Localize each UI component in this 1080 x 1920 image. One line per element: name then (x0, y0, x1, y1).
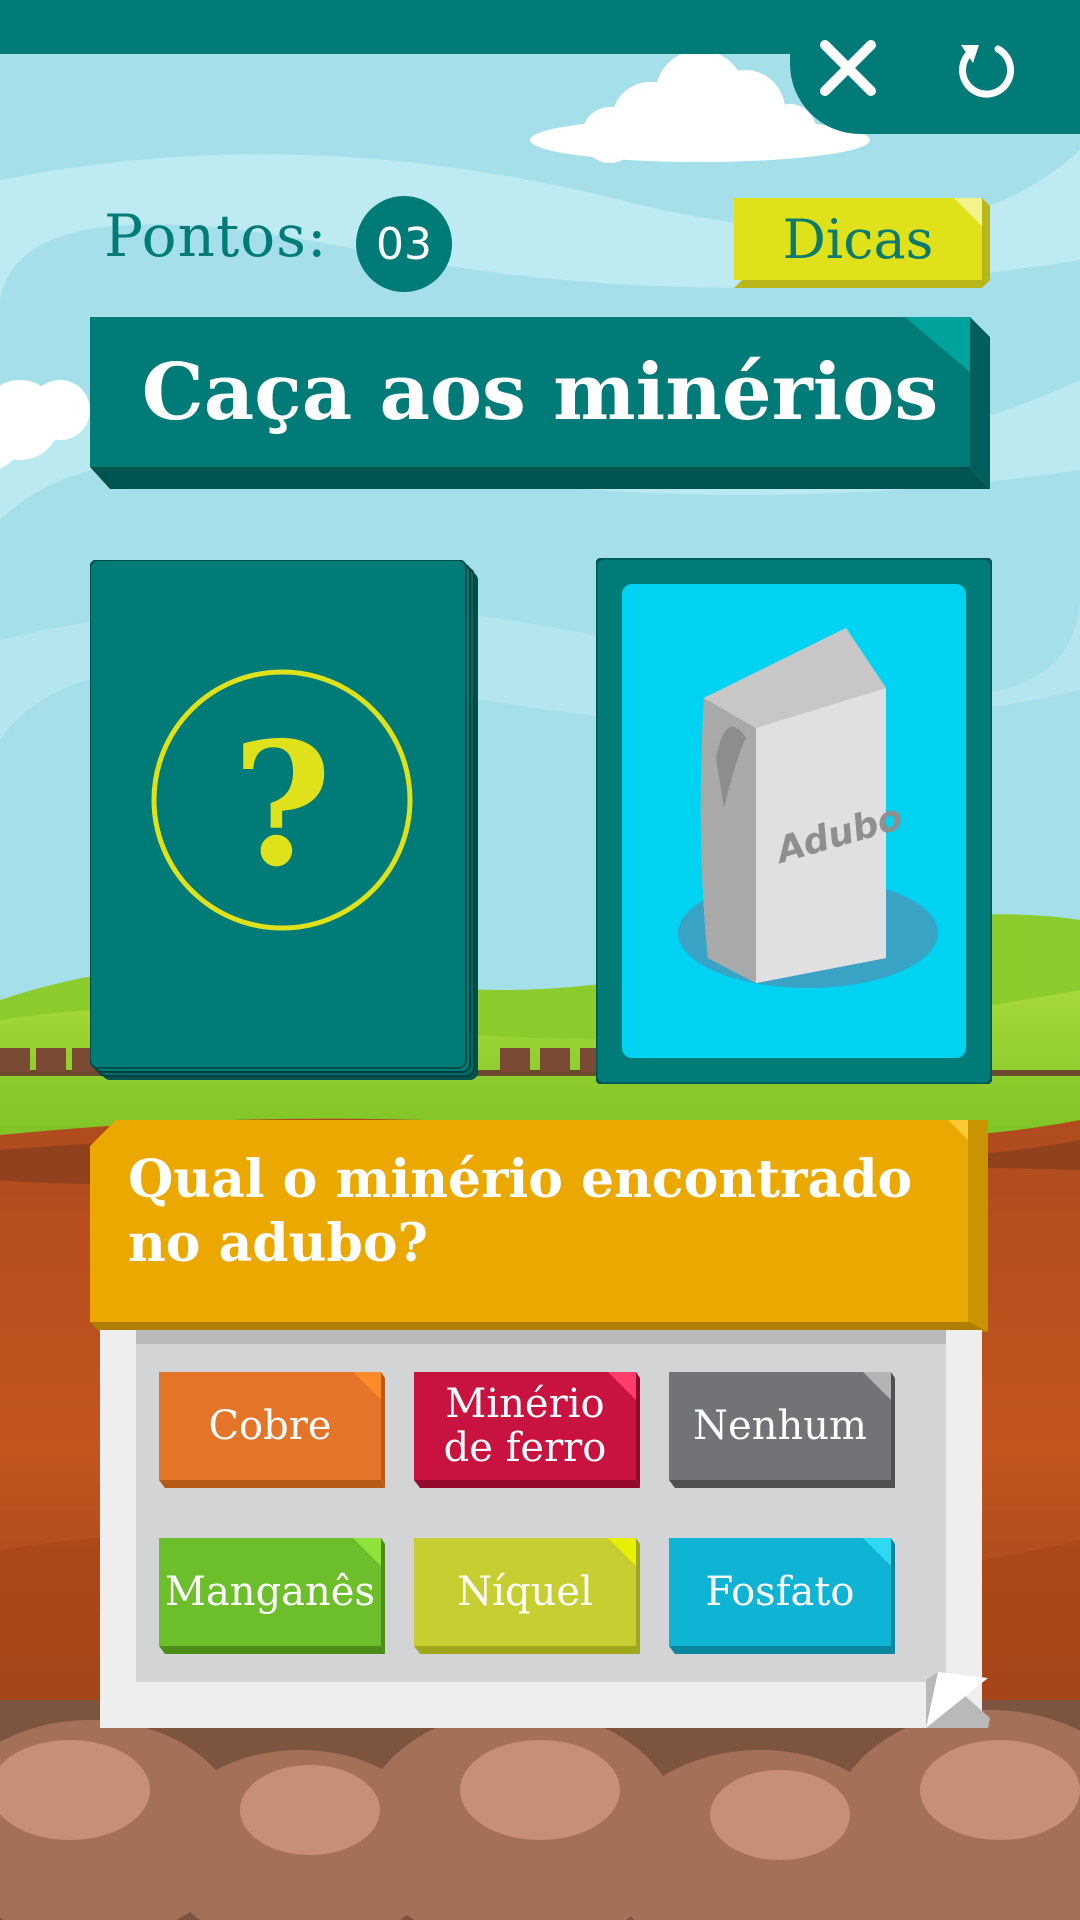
close-button[interactable] (800, 20, 896, 116)
option-manganes-button[interactable]: Manganês (159, 1538, 385, 1654)
answer-card: Adubo (594, 556, 994, 1086)
option-manganes-label: Manganês (165, 1569, 375, 1615)
option-nenhum-button[interactable]: Nenhum (669, 1372, 895, 1488)
option-cobre-label: Cobre (208, 1403, 332, 1449)
game-screen: Pontos: 03 Dicas Caça aos minérios ? Adu… (0, 0, 1080, 1920)
tips-label: Dicas (782, 207, 934, 271)
option-fosfato-label: Fosfato (705, 1569, 855, 1615)
question-box: Qual o minério encontrado no adubo? (90, 1120, 988, 1332)
mystery-card-deck[interactable]: ? (89, 559, 490, 1084)
title-banner: Caça aos minérios (90, 317, 990, 489)
top-controls-tab (790, 0, 1080, 134)
option-cobre-button[interactable]: Cobre (159, 1372, 385, 1488)
option-minerio-de-ferro-label-line2: de ferro (443, 1425, 607, 1471)
close-icon (820, 40, 876, 96)
question-text: Qual o minério encontrado no adubo? (128, 1149, 913, 1274)
options-panel: Cobre Minério de ferro Nenhum Manganês N… (100, 1330, 990, 1732)
game-title: Caça aos minérios (141, 346, 939, 438)
points-label: Pontos: (104, 202, 328, 270)
tips-button[interactable]: Dicas (734, 198, 990, 288)
question-mark-icon: ? (232, 705, 332, 905)
option-minerio-de-ferro-button[interactable]: Minério de ferro (414, 1372, 640, 1488)
option-niquel-label: Níquel (457, 1569, 593, 1615)
reload-button[interactable] (938, 20, 1034, 116)
option-niquel-button[interactable]: Níquel (414, 1538, 640, 1654)
reload-icon (959, 45, 1014, 98)
option-fosfato-button[interactable]: Fosfato (669, 1538, 895, 1654)
option-nenhum-label: Nenhum (693, 1403, 867, 1449)
option-minerio-de-ferro-label-line1: Minério (445, 1381, 605, 1427)
points-badge: 03 (356, 196, 452, 292)
